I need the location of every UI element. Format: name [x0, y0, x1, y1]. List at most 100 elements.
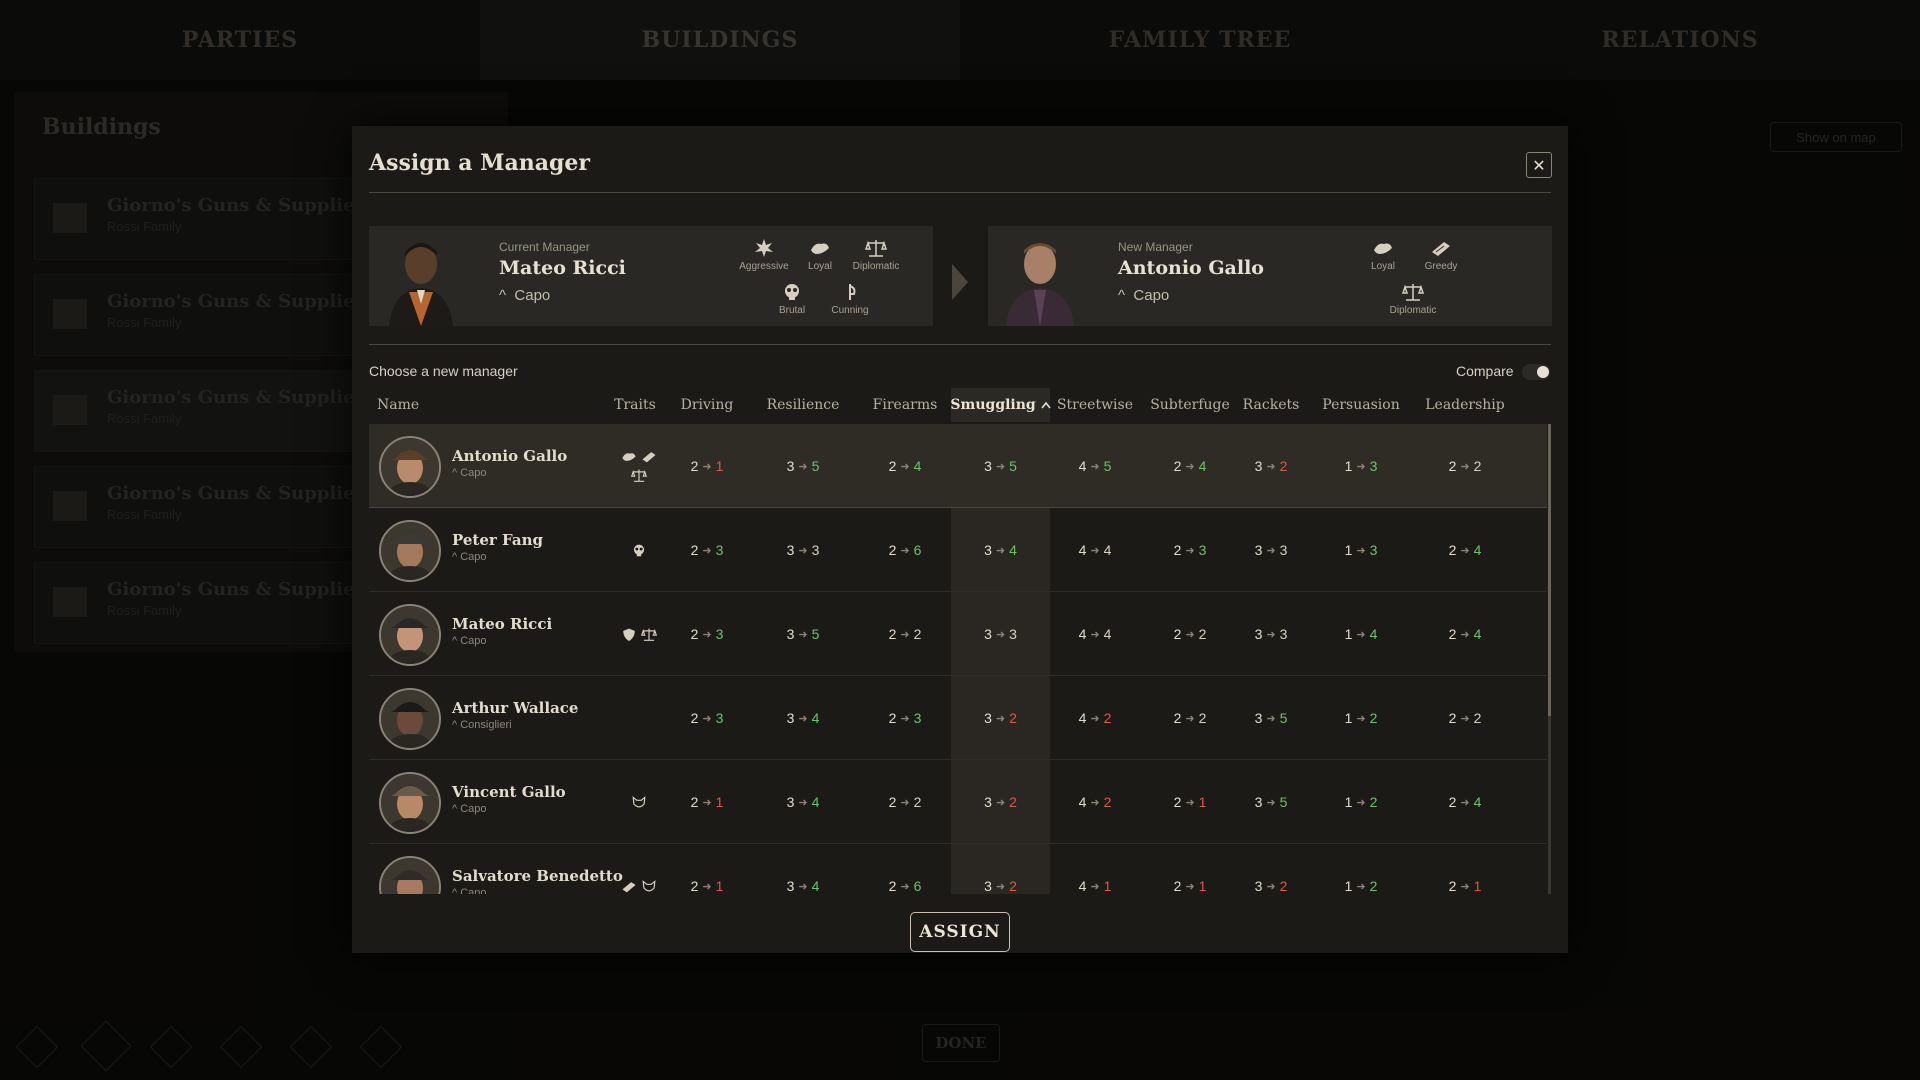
stat-current: 2 [888, 794, 897, 810]
manager-row[interactable]: Vincent Gallo ^ Capo 2 ➜ 1 3 ➜ 4 2 ➜ 2 3 ➜ 2 4 ➜ 2 2 ➜ 1 3 ➜ 5… [369, 760, 1547, 844]
column-header-driving[interactable]: Driving [675, 388, 739, 422]
stat-driving: 2 ➜ 1 [675, 457, 739, 475]
stat-current: 2 [1173, 794, 1182, 810]
manager-rank: ^ Capo [452, 467, 487, 479]
stat-resilience: 3 ➜ 4 [745, 793, 861, 811]
stat-leadership: 2 ➜ 4 [1417, 793, 1513, 811]
capo-rank-icon: ^ [499, 287, 507, 304]
arrow-right-icon: ➜ [1266, 544, 1276, 557]
arrow-right-icon: ➜ [1185, 880, 1195, 893]
current-manager-rank: ^ Capo [499, 287, 550, 304]
compare-toggle[interactable] [1522, 364, 1550, 380]
stat-streetwise: 4 ➜ 2 [1052, 709, 1138, 727]
swap-arrow-icon [952, 264, 968, 300]
stat-streetwise: 4 ➜ 4 [1052, 625, 1138, 643]
stat-streetwise: 4 ➜ 2 [1052, 793, 1138, 811]
rank-icon: ^ [452, 467, 461, 479]
table-scrollbar[interactable] [1548, 424, 1551, 894]
column-header-streetwise[interactable]: Streetwise [1052, 388, 1138, 422]
stat-current: 3 [984, 710, 992, 726]
brutal-icon[interactable] [631, 543, 647, 558]
stat-new: 5 [1279, 794, 1288, 810]
stat-firearms: 2 ➜ 2 [865, 625, 945, 643]
column-header-persuasion[interactable]: Persuasion [1307, 388, 1415, 422]
trait-label: Diplomatic [852, 261, 900, 272]
rank-label: Capo [1133, 287, 1170, 304]
stat-new: 2 [1009, 878, 1017, 894]
greedy-icon [1432, 242, 1450, 256]
trait-label: Loyal [1371, 261, 1395, 272]
shield-icon[interactable] [621, 627, 637, 642]
manager-name: Mateo Ricci [452, 615, 553, 633]
manager-row[interactable]: Arthur Wallace ^ Consiglieri 2 ➜ 3 3 ➜ 4 2 ➜ 3 3 ➜ 2 4… [369, 676, 1547, 760]
arrow-right-icon: ➜ [1460, 544, 1470, 557]
stat-new: 3 [913, 710, 922, 726]
stat-new: 3 [1279, 542, 1288, 558]
diplomatic-icon[interactable] [631, 468, 647, 483]
arrow-right-icon: ➜ [702, 460, 712, 473]
stat-new: 1 [1103, 878, 1112, 894]
stat-current: 1 [1344, 710, 1353, 726]
stat-new: 1 [1198, 878, 1207, 894]
assign-button[interactable]: ASSIGN [910, 912, 1010, 952]
new-manager-name: Antonio Gallo [1118, 257, 1264, 279]
stat-persuasion: 1 ➜ 3 [1307, 541, 1415, 559]
wolf-icon[interactable] [641, 879, 657, 894]
diplomatic-icon [1402, 284, 1424, 301]
column-header-firearms[interactable]: Firearms [865, 388, 945, 422]
stat-persuasion: 1 ➜ 4 [1307, 625, 1415, 643]
column-header-leadership[interactable]: Leadership [1417, 388, 1513, 422]
stat-current: 2 [1448, 458, 1457, 474]
column-header-subterfuge[interactable]: Subterfuge [1143, 388, 1237, 422]
stat-new: 4 [1473, 626, 1482, 642]
manager-row[interactable]: Antonio Gallo ^ Capo 2 ➜ 1 3 ➜ 5 2 ➜ 4 3 ➜ 5 4 ➜ 5 2 ➜ 4 3 ➜ 2… [369, 424, 1547, 508]
stat-resilience: 3 ➜ 5 [745, 457, 861, 475]
trait-diplomatic[interactable]: Diplomatic [1378, 282, 1448, 316]
wolf-icon[interactable] [631, 795, 647, 810]
column-header-label: Rackets [1242, 397, 1300, 413]
diplomatic-icon[interactable] [641, 627, 657, 642]
avatar [379, 772, 441, 834]
loyal-icon[interactable] [621, 449, 637, 464]
column-header-traits[interactable]: Traits [605, 388, 665, 422]
stat-new: 2 [1009, 710, 1017, 726]
manager-row[interactable]: Mateo Ricci ^ Capo 2 ➜ 3 3 ➜ 5 2 ➜ 2 3 ➜ 3 4 ➜ 4 2 ➜ 2 3 ➜ 3 1 ➜… [369, 592, 1547, 676]
rank-label: Capo [460, 803, 487, 815]
stat-persuasion: 1 ➜ 2 [1307, 877, 1415, 894]
stat-subterfuge: 2 ➜ 1 [1143, 877, 1237, 894]
greedy-icon[interactable] [641, 449, 657, 464]
stat-current: 1 [1344, 626, 1353, 642]
capo-rank-icon: ^ [1118, 287, 1126, 304]
stat-smuggling: 3 ➜ 4 [951, 541, 1050, 559]
column-header-resilience[interactable]: Resilience [745, 388, 861, 422]
stat-current: 3 [1254, 710, 1263, 726]
stat-new: 2 [913, 794, 922, 810]
greedy-icon[interactable] [621, 879, 637, 894]
trait-label: Cunning [831, 305, 869, 316]
rank-icon: ^ [452, 887, 461, 894]
stat-rackets: 3 ➜ 5 [1237, 793, 1305, 811]
trait-greedy[interactable]: Greedy [1406, 238, 1476, 272]
stat-new: 3 [715, 710, 724, 726]
close-button[interactable]: ✕ [1526, 152, 1552, 178]
stat-new: 5 [1009, 458, 1017, 474]
stat-new: 5 [1103, 458, 1112, 474]
arrow-right-icon: ➜ [1356, 544, 1366, 557]
trait-diplomatic[interactable]: Diplomatic [841, 238, 911, 272]
scrollbar-thumb[interactable] [1548, 424, 1551, 716]
trait-cunning[interactable]: Cunning [815, 282, 885, 316]
stat-current: 2 [1173, 542, 1182, 558]
column-header-name[interactable]: Name [369, 388, 477, 422]
manager-name: Salvatore Benedetto [452, 867, 623, 885]
stat-new: 3 [811, 542, 820, 558]
column-header-smuggling[interactable]: Smuggling [950, 388, 1051, 422]
manager-name: Vincent Gallo [452, 783, 566, 801]
manager-row[interactable]: Peter Fang ^ Capo 2 ➜ 3 3 ➜ 3 2 ➜ 6 3 ➜ 4 4 ➜ 4 2 ➜ 3 3 ➜ 3 1 ➜ 3… [369, 508, 1547, 592]
stat-new: 1 [715, 878, 724, 894]
column-header-rackets[interactable]: Rackets [1237, 388, 1305, 422]
manager-row[interactable]: Salvatore Benedetto ^ Capo 2 ➜ 1 3 ➜ 4 2 ➜ 6 3 ➜ 2 4 ➜ 1… [369, 844, 1547, 894]
stat-current: 2 [1173, 878, 1182, 894]
manager-name: Antonio Gallo [452, 447, 568, 465]
stat-current: 1 [1344, 878, 1353, 894]
stat-new: 2 [1473, 458, 1482, 474]
